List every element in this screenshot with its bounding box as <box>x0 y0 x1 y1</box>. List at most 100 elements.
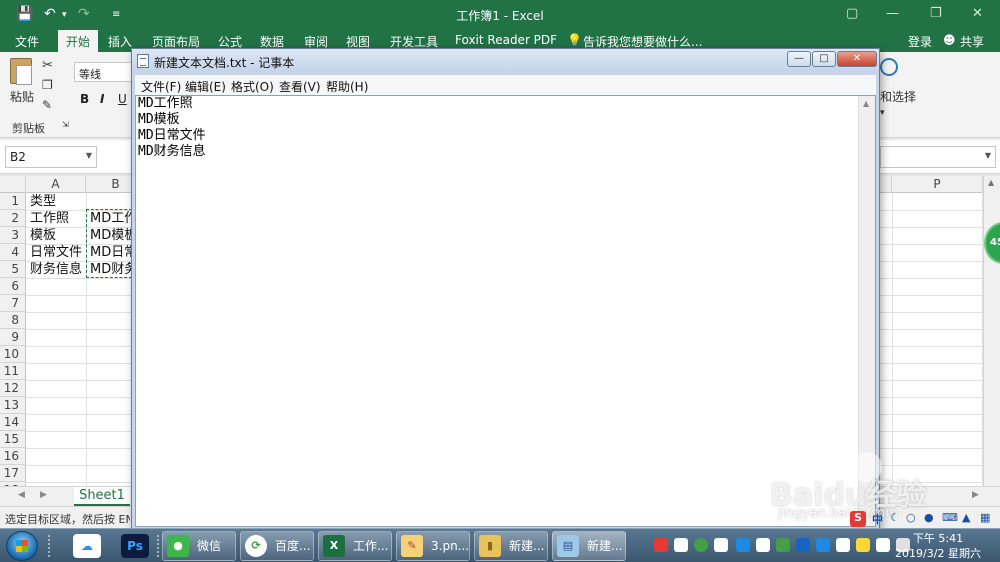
notepad-window[interactable]: 新建文本文档.txt - 记事本 — □ ✕ 文件(F) 编辑(E) 格式(O)… <box>131 48 880 530</box>
tab-insert[interactable]: 插入 <box>108 33 132 50</box>
scroll-up-icon[interactable]: ▲ <box>988 178 994 187</box>
tray-icon[interactable] <box>816 538 830 552</box>
format-painter-icon[interactable]: ✎ <box>42 98 52 112</box>
next-sheet-icon[interactable]: ▶ <box>40 490 47 500</box>
wechat-tray-icon[interactable] <box>776 538 790 552</box>
share-button[interactable]: 共享 <box>960 33 984 50</box>
menu-format[interactable]: 格式(O) <box>231 78 274 95</box>
column-header-p[interactable]: P <box>892 176 983 193</box>
column-header-a[interactable]: A <box>26 176 86 193</box>
find-select-button[interactable]: 和选择 <box>880 88 916 105</box>
moon-tray-icon[interactable] <box>674 538 688 552</box>
restore-icon[interactable]: ❐ <box>930 6 942 21</box>
menu-help[interactable]: 帮助(H) <box>326 78 368 95</box>
notepad-title-bar[interactable]: 新建文本文档.txt - 记事本 — □ ✕ <box>132 49 879 73</box>
taskbar-item-notepad[interactable]: ▤ 新建... <box>552 531 626 561</box>
tab-foxit-pdf[interactable]: Foxit Reader PDF <box>455 33 557 47</box>
speed-tray-icon[interactable] <box>694 538 708 552</box>
row-header[interactable]: 7 <box>0 295 26 312</box>
login-link[interactable]: 登录 <box>908 33 932 50</box>
sogou-tray-icon[interactable] <box>654 538 668 552</box>
row-header[interactable]: 15 <box>0 431 26 448</box>
volume-icon[interactable] <box>756 538 770 552</box>
row-header[interactable]: 10 <box>0 346 26 363</box>
notepad-content: MD工作照 MD模板 MD日常文件 MD财务信息 <box>138 96 206 160</box>
paste-button[interactable]: 粘贴 <box>10 88 34 105</box>
moon-icon[interactable]: ☾ <box>890 511 900 524</box>
italic-button[interactable]: I <box>100 92 104 106</box>
formula-input[interactable]: ▼ <box>880 146 996 168</box>
select-all-corner[interactable] <box>0 176 26 193</box>
bold-button[interactable]: B <box>80 92 89 106</box>
row-header[interactable]: 3 <box>0 227 26 244</box>
row-header[interactable]: 4 <box>0 244 26 261</box>
mic-icon[interactable]: ● <box>924 511 934 524</box>
cell-a4[interactable]: 日常文件 <box>27 244 86 261</box>
row-header[interactable]: 13 <box>0 397 26 414</box>
taskbar-item-paint[interactable]: ✎ 3.pn... <box>396 531 470 561</box>
close-icon[interactable]: ✕ <box>972 6 983 21</box>
notepad-text-area[interactable]: MD工作照 MD模板 MD日常文件 MD财务信息 ▲ <box>135 95 876 527</box>
expand-formula-icon[interactable]: ▼ <box>985 151 991 160</box>
photoshop-button[interactable]: Ps <box>116 531 156 561</box>
tray-icon[interactable] <box>856 538 870 552</box>
sogou-icon[interactable]: S <box>850 511 866 527</box>
text-line: MD财务信息 <box>138 144 206 159</box>
name-box[interactable]: B2 ▼ <box>5 146 97 168</box>
scroll-right-icon[interactable]: ▶ <box>972 490 979 500</box>
keyboard-icon[interactable]: ⌨ <box>942 511 958 524</box>
row-header[interactable]: 9 <box>0 329 26 346</box>
find-select-icon[interactable] <box>880 58 898 76</box>
taskbar-item-folder[interactable]: ▮ 新建... <box>474 531 548 561</box>
menu-file[interactable]: 文件(F) <box>141 78 181 95</box>
row-header[interactable]: 2 <box>0 210 26 227</box>
start-button[interactable] <box>6 531 38 561</box>
baidu-netdisk-button[interactable]: ☁ <box>68 531 108 561</box>
row-header[interactable]: 5 <box>0 261 26 278</box>
clock[interactable]: 下午 5:41 2019/3/2 星期六 <box>880 531 996 561</box>
underline-icon[interactable]: U <box>118 92 127 106</box>
taskbar-item-excel[interactable]: X 工作... <box>318 531 392 561</box>
cell-a1[interactable]: 类型 <box>27 193 86 210</box>
ime-mode[interactable]: 中 <box>872 511 883 527</box>
minimize-icon[interactable]: — <box>787 51 811 67</box>
row-header[interactable]: 12 <box>0 380 26 397</box>
chevron-down-icon[interactable]: ▼ <box>86 151 92 160</box>
row-header[interactable]: 1 <box>0 193 26 210</box>
taskbar-item-wechat[interactable]: ● 微信 <box>162 531 236 561</box>
maximize-icon[interactable]: □ <box>812 51 836 67</box>
punctuation-icon[interactable]: ○ <box>906 511 916 524</box>
bluetooth-icon[interactable] <box>796 538 810 552</box>
find-select-dropdown-icon[interactable]: ▾ <box>880 108 885 118</box>
row-header[interactable]: 8 <box>0 312 26 329</box>
dialog-launcher-icon[interactable]: ⇲ <box>62 120 69 129</box>
toolbox-icon[interactable]: ▦ <box>980 511 990 524</box>
scroll-up-icon[interactable]: ▲ <box>863 99 869 108</box>
cell-a5[interactable]: 财务信息 <box>27 261 86 278</box>
close-icon[interactable]: ✕ <box>837 51 877 67</box>
skin-icon[interactable]: ▲ <box>962 511 970 524</box>
tab-file[interactable]: 文件 <box>15 33 39 50</box>
row-header[interactable]: 17 <box>0 465 26 482</box>
tray-icon[interactable] <box>836 538 850 552</box>
tray-icon[interactable] <box>714 538 728 552</box>
paste-icon[interactable] <box>10 58 32 85</box>
prev-sheet-icon[interactable]: ◀ <box>18 490 25 500</box>
tab-home[interactable]: 开始 <box>58 30 99 52</box>
menu-edit[interactable]: 编辑(E) <box>185 78 226 95</box>
taskbar-item-baidu[interactable]: ⟳ 百度... <box>240 531 314 561</box>
row-header[interactable]: 6 <box>0 278 26 295</box>
row-header[interactable]: 16 <box>0 448 26 465</box>
row-header[interactable]: 11 <box>0 363 26 380</box>
cut-icon[interactable]: ✂ <box>42 58 53 73</box>
copy-icon[interactable]: ❐ <box>42 78 53 92</box>
font-name-box[interactable]: 等线 <box>74 62 132 82</box>
minimize-icon[interactable]: — <box>886 6 899 21</box>
sheet-tab-sheet1[interactable]: Sheet1 <box>74 487 130 506</box>
cell-a2[interactable]: 工作照 <box>27 210 86 227</box>
row-header[interactable]: 14 <box>0 414 26 431</box>
network-tray-icon[interactable] <box>736 538 750 552</box>
ribbon-display-icon[interactable]: ▢ <box>846 6 858 21</box>
cell-a3[interactable]: 模板 <box>27 227 86 244</box>
menu-view[interactable]: 查看(V) <box>279 78 321 95</box>
